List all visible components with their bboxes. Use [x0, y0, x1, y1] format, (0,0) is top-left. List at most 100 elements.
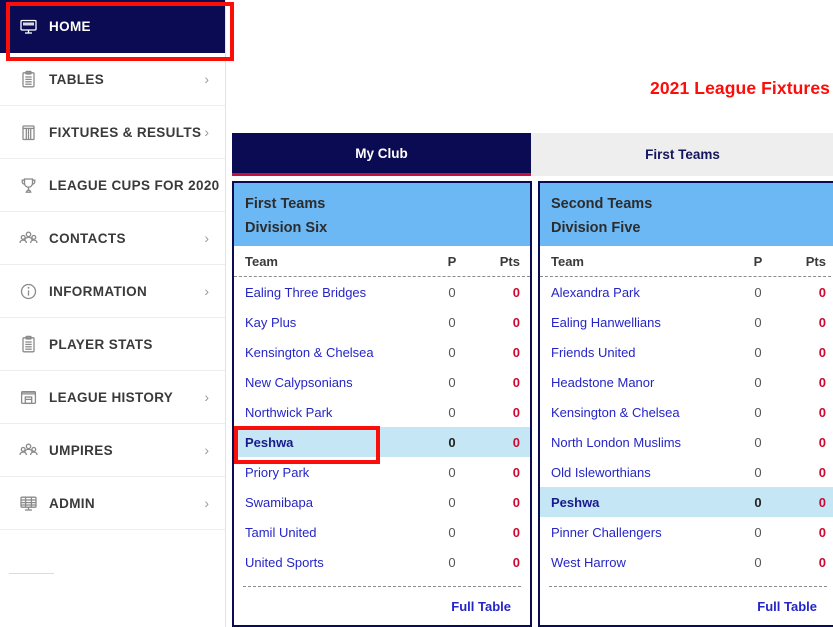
- team-name-link[interactable]: Kensington & Chelsea: [551, 405, 734, 420]
- table-row[interactable]: Peshwa 0 0: [540, 487, 833, 517]
- played-value: 0: [448, 314, 456, 330]
- table-row[interactable]: Ealing Three Bridges 0 0: [234, 277, 530, 307]
- column-header-team: Team: [551, 253, 584, 269]
- table-row[interactable]: New Calypsonians 0 0: [234, 367, 530, 397]
- played-value: 0: [448, 464, 456, 480]
- tab-first-teams[interactable]: First Teams: [531, 133, 833, 176]
- info-icon: [18, 281, 38, 301]
- played-value: 0: [448, 434, 456, 450]
- team-name-link[interactable]: Ealing Three Bridges: [245, 285, 428, 300]
- table-row[interactable]: North London Muslims 0 0: [540, 427, 833, 457]
- chevron-right-icon: ›: [204, 495, 209, 511]
- points-value: 0: [512, 344, 520, 360]
- played-value: 0: [754, 314, 762, 330]
- sidebar-item-label: INFORMATION: [49, 283, 148, 299]
- team-name-link[interactable]: Friends United: [551, 345, 734, 360]
- tab-label: My Club: [355, 145, 408, 161]
- team-name-link[interactable]: North London Muslims: [551, 435, 734, 450]
- sidebar-item-fixtures-results[interactable]: FIXTURES & RESULTS ›: [0, 106, 225, 159]
- chevron-right-icon: ›: [204, 389, 209, 405]
- sidebar-item-label: UMPIRES: [49, 442, 113, 458]
- team-name-link[interactable]: West Harrow: [551, 555, 734, 570]
- table-row[interactable]: Ealing Hanwellians 0 0: [540, 307, 833, 337]
- sidebar-item-admin[interactable]: ADMIN ›: [0, 477, 225, 530]
- team-name-link[interactable]: Priory Park: [245, 465, 428, 480]
- table-row[interactable]: Old Isleworthians 0 0: [540, 457, 833, 487]
- team-name-link[interactable]: Peshwa: [551, 495, 734, 510]
- team-name-link[interactable]: Pinner Challengers: [551, 525, 734, 540]
- table-column-header: Team P Pts: [540, 246, 833, 277]
- column-header-p: P: [447, 253, 457, 269]
- team-name-link[interactable]: United Sports: [245, 555, 428, 570]
- played-value: 0: [754, 524, 762, 540]
- points-value: 0: [512, 374, 520, 390]
- sidebar-item-umpires[interactable]: UMPIRES ›: [0, 424, 225, 477]
- table-row[interactable]: Headstone Manor 0 0: [540, 367, 833, 397]
- team-name-link[interactable]: Peshwa: [245, 435, 428, 450]
- played-value: 0: [448, 374, 456, 390]
- sidebar-item-information[interactable]: INFORMATION ›: [0, 265, 225, 318]
- table-row[interactable]: Swamibapa 0 0: [234, 487, 530, 517]
- table-row[interactable]: Alexandra Park 0 0: [540, 277, 833, 307]
- points-value: 0: [512, 464, 520, 480]
- table-row[interactable]: Tamil United 0 0: [234, 517, 530, 547]
- table-row[interactable]: Kensington & Chelsea 0 0: [540, 397, 833, 427]
- chevron-right-icon: ›: [204, 124, 209, 140]
- trophy-icon: [18, 175, 38, 195]
- played-value: 0: [754, 464, 762, 480]
- team-name-link[interactable]: New Calypsonians: [245, 375, 428, 390]
- table-row[interactable]: Friends United 0 0: [540, 337, 833, 367]
- points-value: 0: [818, 494, 826, 510]
- team-name-link[interactable]: Tamil United: [245, 525, 428, 540]
- table-row[interactable]: Pinner Challengers 0 0: [540, 517, 833, 547]
- table-row[interactable]: United Sports 0 0: [234, 547, 530, 577]
- points-value: 0: [512, 314, 520, 330]
- played-value: 0: [448, 494, 456, 510]
- table-row[interactable]: Priory Park 0 0: [234, 457, 530, 487]
- sidebar-item-league-history[interactable]: LEAGUE HISTORY ›: [0, 371, 225, 424]
- table-row[interactable]: Kay Plus 0 0: [234, 307, 530, 337]
- team-name-link[interactable]: Alexandra Park: [551, 285, 734, 300]
- division-panels: First Teams Division Six Team P Pts Ealing Th…: [232, 181, 833, 627]
- points-value: 0: [512, 434, 520, 450]
- sidebar-item-label: LEAGUE CUPS FOR 2020: [49, 177, 220, 193]
- table-row[interactable]: Northwick Park 0 0: [234, 397, 530, 427]
- sidebar-item-label: CONTACTS: [49, 230, 126, 246]
- team-name-link[interactable]: Kensington & Chelsea: [245, 345, 428, 360]
- team-name-link[interactable]: Northwick Park: [245, 405, 428, 420]
- full-table-link[interactable]: Full Table: [451, 599, 511, 614]
- panel-title-team-level: First Teams: [245, 196, 326, 212]
- division-table-panel: Second Teams Division Five Team P Pts Alexand…: [538, 181, 833, 627]
- team-name-link[interactable]: Headstone Manor: [551, 375, 734, 390]
- points-value: 0: [512, 404, 520, 420]
- sidebar-item-label: PLAYER STATS: [49, 336, 153, 352]
- team-name-link[interactable]: Swamibapa: [245, 495, 428, 510]
- sidebar-item-contacts[interactable]: CONTACTS ›: [0, 212, 225, 265]
- team-name-link[interactable]: Old Isleworthians: [551, 465, 734, 480]
- sidebar-item-player-stats[interactable]: PLAYER STATS: [0, 318, 225, 371]
- full-table-link[interactable]: Full Table: [757, 599, 817, 614]
- table-row[interactable]: Peshwa 0 0: [234, 427, 530, 457]
- tab-bar: My Club First Teams: [232, 133, 833, 176]
- table-column-header: Team P Pts: [234, 246, 530, 277]
- table-row[interactable]: Kensington & Chelsea 0 0: [234, 337, 530, 367]
- panel-header: Second Teams Division Five: [540, 183, 833, 246]
- sidebar-item-home[interactable]: HOME: [0, 0, 225, 53]
- sidebar-item-tables[interactable]: TABLES ›: [0, 53, 225, 106]
- panel-footer: Full Table: [243, 586, 521, 625]
- tab-my-club[interactable]: My Club: [232, 133, 532, 176]
- team-name-link[interactable]: Ealing Hanwellians: [551, 315, 734, 330]
- team-name-link[interactable]: Kay Plus: [245, 315, 428, 330]
- played-value: 0: [754, 284, 762, 300]
- sidebar-item-league-cups-for-2020[interactable]: LEAGUE CUPS FOR 2020: [0, 159, 225, 212]
- played-value: 0: [754, 404, 762, 420]
- played-value: 0: [448, 284, 456, 300]
- points-value: 0: [818, 554, 826, 570]
- sidebar-item-label: FIXTURES & RESULTS: [49, 124, 202, 140]
- table-row[interactable]: West Harrow 0 0: [540, 547, 833, 577]
- points-value: 0: [818, 434, 826, 450]
- division-table-panel: First Teams Division Six Team P Pts Ealing Th…: [232, 181, 532, 627]
- main-content: 2021 League Fixtures My Club First Teams …: [227, 0, 833, 627]
- sidebar-item-label: TABLES: [49, 71, 105, 87]
- panel-title-division: Division Five: [551, 220, 641, 236]
